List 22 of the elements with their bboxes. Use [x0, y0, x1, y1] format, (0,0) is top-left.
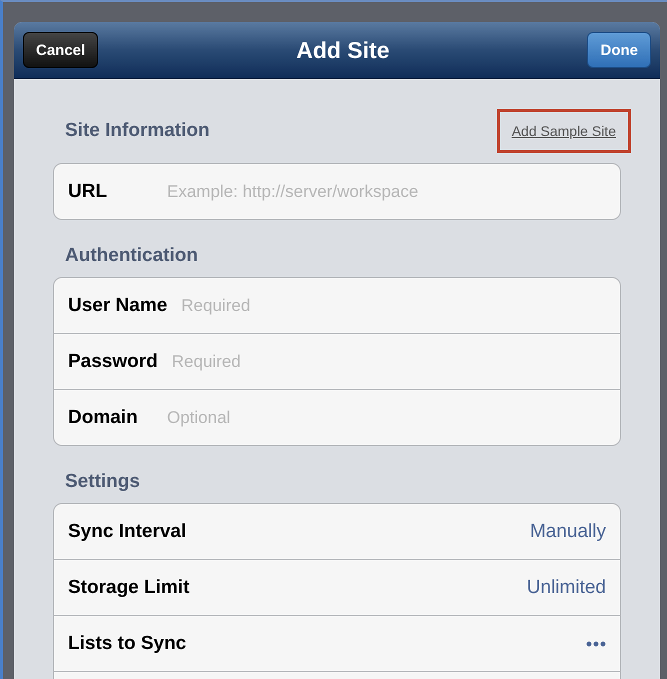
text-input-field[interactable]: Optional: [167, 406, 606, 430]
row-label: Password: [68, 350, 158, 372]
row-label: Storage Limit: [68, 576, 190, 598]
ellipsis-icon[interactable]: [586, 640, 606, 646]
url-field[interactable]: URL Example: http://server/workspace: [53, 163, 621, 220]
dialog-title: Add Site: [296, 36, 390, 64]
row-label: URL: [68, 180, 108, 202]
row-label: Domain: [68, 406, 139, 428]
add-sample-site-link[interactable]: Add Sample Site: [496, 109, 631, 153]
section-header: Authentication: [65, 245, 198, 267]
row-label: Sync Interval: [68, 520, 186, 542]
text-input-field[interactable]: Example: http://server/workspace: [167, 180, 606, 204]
row-value[interactable]: Unlimited: [526, 576, 606, 598]
row-label: Lists to Sync: [68, 632, 186, 654]
done-button[interactable]: Done: [587, 32, 651, 68]
row-label: User Name: [68, 294, 168, 316]
section-header: Site Information: [65, 120, 210, 142]
row-value[interactable]: Manually: [530, 520, 606, 542]
text-input-field[interactable]: Required: [172, 350, 606, 374]
section-header: Settings: [65, 471, 140, 493]
text-input-field[interactable]: Required: [181, 294, 606, 318]
cancel-button[interactable]: Cancel: [23, 32, 98, 68]
